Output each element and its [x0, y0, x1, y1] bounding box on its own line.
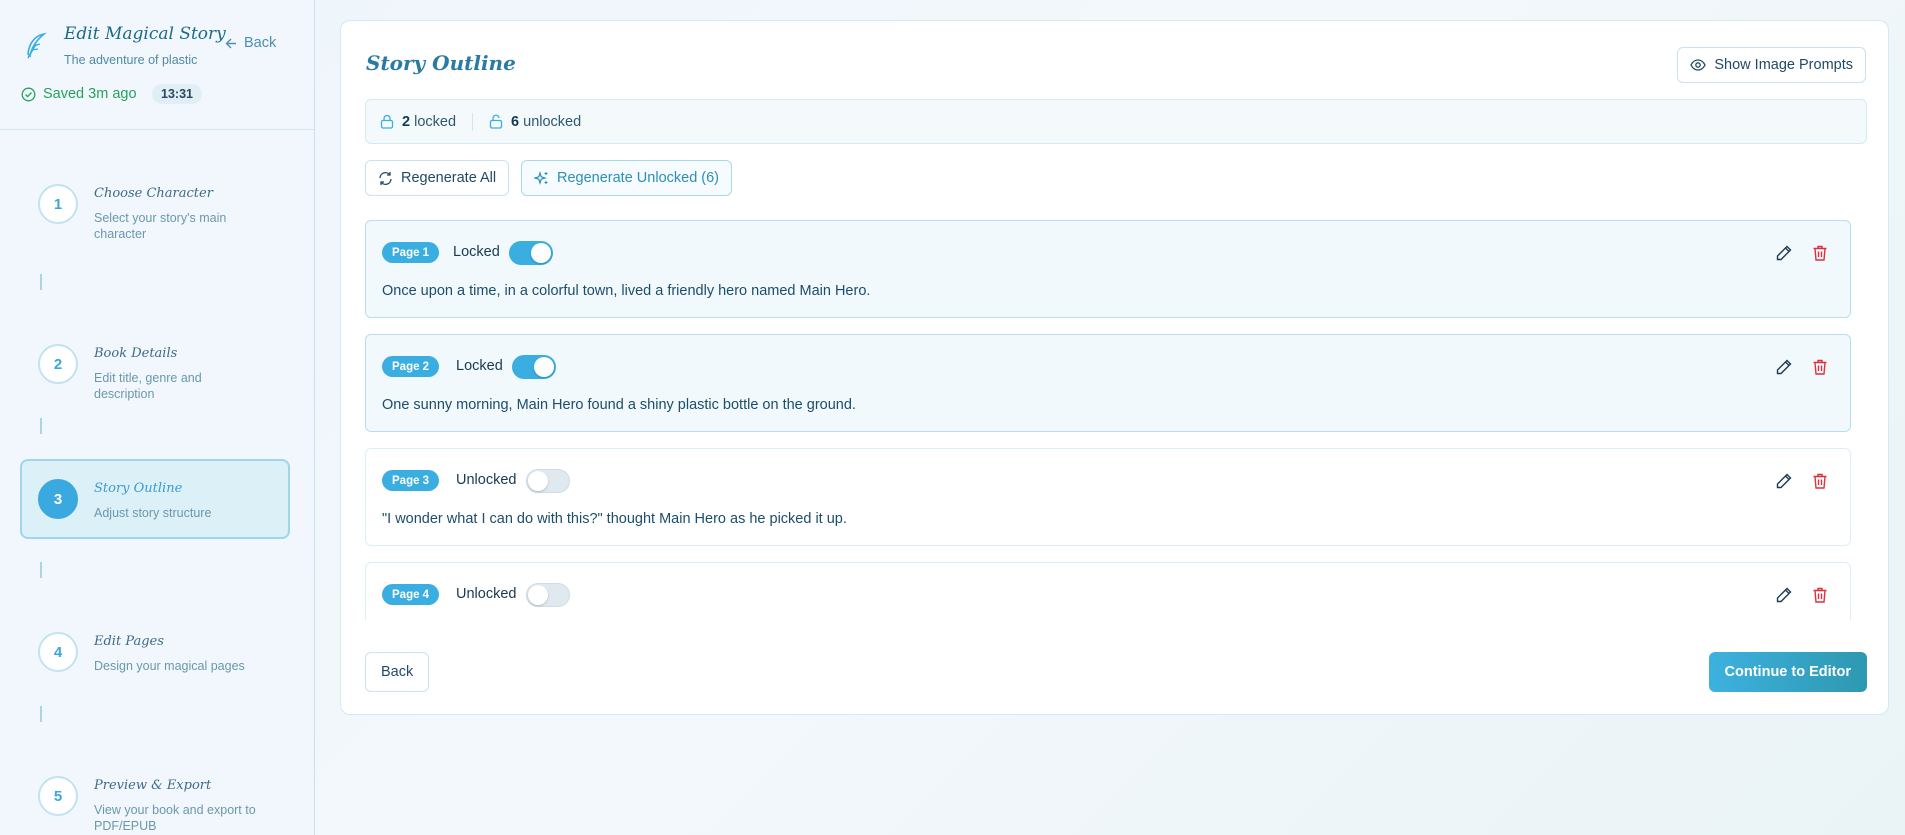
page-badge: Page 4 [382, 584, 440, 605]
page-card: Page 4 Unlocked [365, 562, 1851, 620]
back-link-label: Back [244, 35, 277, 51]
pencil-icon[interactable] [1774, 243, 1794, 263]
page-status: Unlocked [456, 586, 517, 602]
step-connector [40, 706, 42, 722]
refresh-icon [379, 171, 392, 185]
unlocked-count: 6 [511, 113, 520, 130]
regenerate-all-button[interactable]: Regenerate All [365, 160, 510, 196]
lock-toggle[interactable] [512, 355, 556, 379]
step-edit-pages[interactable]: 4 Edit Pages Design your magical pages [20, 618, 290, 698]
page-text: "I wonder what I can do with this?" thou… [382, 511, 847, 527]
trash-icon[interactable] [1810, 357, 1830, 377]
page-text: Once upon a time, in a colorful town, li… [382, 283, 871, 299]
step-connector [40, 562, 42, 578]
app: Edit Magical Story The adventure of plas… [0, 0, 1905, 835]
step-number: 1 [38, 184, 78, 224]
step-number: 3 [38, 479, 78, 519]
saved-status: Saved 3m ago [21, 86, 137, 102]
locked-summary: 2 locked [380, 114, 456, 130]
story-subtitle: The adventure of plastic [64, 53, 198, 67]
sparkles-icon [534, 170, 548, 185]
step-title: Preview & Export [94, 778, 212, 793]
page-status: Locked [456, 358, 503, 374]
trash-icon[interactable] [1810, 243, 1830, 263]
page-card: Page 3 Unlocked "I wonder what I can do … [365, 448, 1851, 546]
back-link[interactable]: Back [225, 35, 276, 51]
back-button[interactable]: Back [365, 652, 430, 692]
step-number: 5 [38, 776, 78, 816]
timer-badge: 13:31 [152, 84, 202, 104]
regenerate-all-label: Regenerate All [401, 170, 497, 186]
page-status: Unlocked [456, 472, 517, 488]
page-badge: Page 1 [382, 242, 440, 263]
lock-summary-bar: 2 locked 6 unlocked [365, 99, 1867, 144]
arrow-left-icon [225, 38, 236, 48]
lock-icon [380, 114, 394, 129]
toggle-knob [531, 243, 551, 263]
step-title: Choose Character [94, 186, 213, 201]
step-book-details[interactable]: 2 Book Details Edit title, genre and des… [20, 330, 290, 410]
divider [472, 112, 474, 131]
pencil-icon[interactable] [1774, 357, 1794, 377]
saved-label: Saved 3m ago [43, 86, 137, 102]
locked-count: 2 [402, 113, 411, 130]
trash-icon[interactable] [1810, 585, 1830, 605]
step-description: Design your magical pages [94, 659, 245, 673]
main-area: Story Outline Show Image Prompts 2 locke… [315, 0, 1905, 835]
lock-toggle[interactable] [526, 469, 570, 493]
story-title: Edit Magical Story [64, 24, 226, 44]
page-card: Page 1 Locked Once upon a time, in a col… [365, 220, 1851, 318]
step-choose-character[interactable]: 1 Choose Character Select your story's m… [20, 170, 290, 250]
step-description: Edit title, genre and description [94, 371, 202, 401]
toggle-knob [534, 357, 554, 377]
step-preview-export[interactable]: 5 Preview & Export View your book and ex… [20, 762, 290, 835]
step-description: Adjust story structure [94, 506, 212, 520]
continue-to-editor-button[interactable]: Continue to Editor [1708, 652, 1867, 692]
step-title: Book Details [94, 346, 178, 361]
unlocked-label: unlocked [523, 113, 582, 130]
locked-label: locked [414, 113, 457, 130]
check-circle-icon [21, 87, 36, 101]
toggle-knob [528, 471, 548, 491]
show-image-prompts-label: Show Image Prompts [1714, 57, 1853, 73]
trash-icon[interactable] [1810, 471, 1830, 491]
step-number: 4 [38, 632, 78, 672]
eye-icon [1690, 59, 1707, 71]
story-outline-card: Story Outline Show Image Prompts 2 locke… [340, 20, 1889, 715]
lock-toggle[interactable] [526, 583, 570, 607]
unlocked-summary: 6 unlocked [489, 114, 581, 130]
step-title: Edit Pages [94, 634, 164, 649]
unlock-icon [489, 114, 503, 129]
sidebar: Edit Magical Story The adventure of plas… [0, 0, 315, 835]
regenerate-unlocked-label: Regenerate Unlocked (6) [557, 170, 720, 186]
sidebar-header: Edit Magical Story The adventure of plas… [0, 0, 314, 130]
page-card: Page 2 Locked One sunny morning, Main He… [365, 334, 1851, 432]
pencil-icon[interactable] [1774, 471, 1794, 491]
page-list: Page 1 Locked Once upon a time, in a col… [365, 220, 1852, 620]
pencil-icon[interactable] [1774, 585, 1794, 605]
lock-toggle[interactable] [509, 241, 553, 265]
step-connector [40, 274, 42, 290]
step-connector [40, 418, 42, 434]
page-text: One sunny morning, Main Hero found a shi… [382, 397, 856, 413]
feather-icon [27, 32, 47, 59]
toggle-knob [528, 585, 548, 605]
step-number: 2 [38, 344, 78, 384]
page-badge: Page 3 [382, 470, 440, 491]
page-badge: Page 2 [382, 356, 440, 377]
step-title: Story Outline [94, 481, 183, 496]
step-story-outline[interactable]: 3 Story Outline Adjust story structure [20, 459, 290, 539]
page-status: Locked [453, 244, 500, 260]
step-description: View your book and export to PDF/EPUB [94, 803, 256, 833]
show-image-prompts-button[interactable]: Show Image Prompts [1677, 47, 1866, 83]
step-description: Select your story's main character [94, 211, 227, 241]
regenerate-unlocked-button[interactable]: Regenerate Unlocked (6) [521, 160, 733, 196]
page-title: Story Outline [366, 51, 516, 75]
